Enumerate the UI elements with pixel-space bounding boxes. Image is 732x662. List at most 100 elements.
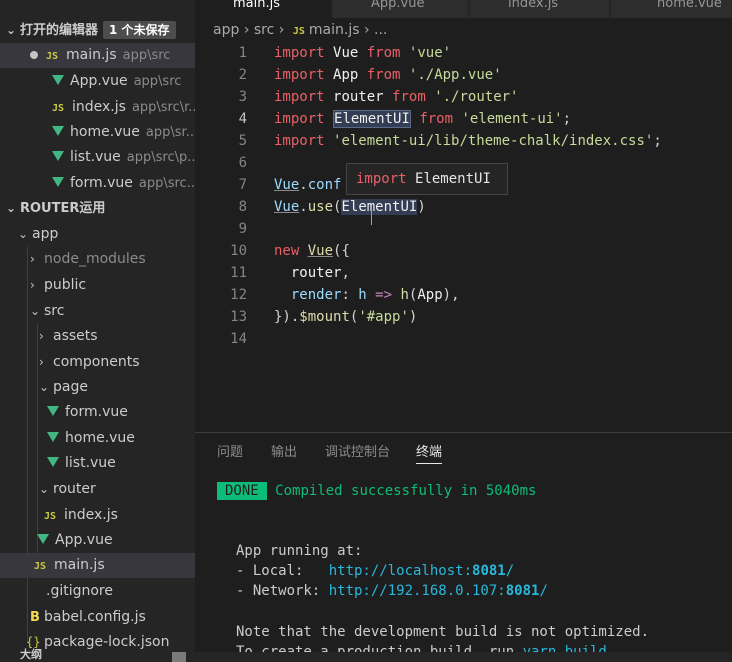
method-name: use <box>307 199 334 215</box>
line-number: 13 <box>230 309 247 325</box>
tree-file-main-js[interactable]: JS main.js <box>0 553 195 578</box>
breadcrumb-item[interactable]: src <box>254 22 274 38</box>
scroll-thumb[interactable] <box>172 652 186 662</box>
terminal-text: - Local: <box>236 563 329 579</box>
keyword: import <box>274 67 325 83</box>
tab-home-vue[interactable]: home.vue <box>611 0 732 18</box>
js-file-icon: JS <box>292 26 305 37</box>
tab-index-js[interactable]: index.js <box>470 0 610 18</box>
tab-main-js[interactable]: main.js <box>195 0 332 18</box>
tree-file-home-vue[interactable]: home.vue <box>0 426 195 451</box>
string-literal: 'vue' <box>408 45 452 61</box>
punctuation: ; <box>562 111 572 127</box>
open-editor-item-main-js[interactable]: JS main.js app\src <box>0 43 195 68</box>
code-line: import Vue from 'vue' <box>274 42 451 64</box>
breadcrumb: app › src › JS main.js › ... <box>213 22 387 42</box>
project-header[interactable]: ⌄ ROUTER运用 <box>0 196 195 221</box>
panel-tab-debug-console[interactable]: 调试控制台 <box>325 443 390 463</box>
line-number: 6 <box>238 155 247 171</box>
tree-item-label: babel.config.js <box>44 609 146 625</box>
tree-file-app-vue[interactable]: App.vue <box>0 528 195 553</box>
line-number: 2 <box>238 67 247 83</box>
text-cursor-icon <box>371 211 373 225</box>
tree-item-label: app <box>32 226 59 242</box>
tree-file-gitignore[interactable]: .gitignore <box>0 579 195 604</box>
unsaved-dot-icon[interactable] <box>30 50 38 59</box>
chevron-down-icon: ⌄ <box>39 380 50 394</box>
tree-file-index-js[interactable]: JS index.js <box>0 503 195 528</box>
tooltip-identifier: ElementUI <box>415 171 491 187</box>
js-file-icon: JS <box>46 51 59 62</box>
tab-label: main.js <box>233 0 280 11</box>
tree-folder-app[interactable]: ⌄ app <box>0 222 195 247</box>
open-editor-item-label: App.vue <box>70 73 128 89</box>
line-number: 7 <box>238 177 247 193</box>
terminal-text: - Network: <box>236 583 329 599</box>
identifier: Vue <box>307 243 334 259</box>
punctuation: ; <box>653 133 662 149</box>
punctuation: ), <box>442 287 460 303</box>
open-editor-item-list-vue[interactable]: list.vue app\src\p... <box>0 145 195 170</box>
js-file-icon: JS <box>44 511 57 522</box>
open-editor-item-path: app\src... <box>138 176 195 191</box>
tab-label: App.vue <box>371 0 425 11</box>
js-file-icon: JS <box>34 561 47 572</box>
panel-tab-terminal[interactable]: 终端 <box>416 443 443 464</box>
panel-tab-output[interactable]: 输出 <box>271 443 297 463</box>
breadcrumb-item[interactable]: ... <box>374 22 387 38</box>
tree-folder-node-modules[interactable]: › node_modules <box>0 247 195 272</box>
tree-folder-src[interactable]: ⌄ src <box>0 299 195 324</box>
code-line: import router from './router' <box>274 86 518 108</box>
identifier-highlighted[interactable]: ElementUI <box>341 199 418 215</box>
line-number: 8 <box>238 199 247 215</box>
open-editor-item-label: home.vue <box>70 124 140 140</box>
tree-folder-components[interactable]: › components <box>0 350 195 375</box>
tab-app-vue[interactable]: App.vue <box>333 0 469 18</box>
tree-item-label: package-lock.json <box>44 634 170 650</box>
tree-item-label: page <box>53 379 88 395</box>
terminal-text: / <box>505 563 515 579</box>
property: render <box>290 287 342 303</box>
tree-folder-assets[interactable]: › assets <box>0 324 195 349</box>
open-editors-header[interactable]: ⌄ 打开的编辑器 1 个未保存 <box>0 18 195 43</box>
panel-tab-problems[interactable]: 问题 <box>217 443 243 463</box>
breadcrumb-item[interactable]: app <box>213 22 239 38</box>
editor-tab-bar: main.js App.vue index.js home.vue <box>195 0 732 18</box>
code-line: import App from './App.vue' <box>274 64 502 86</box>
local-url-link[interactable]: http://localhost: <box>329 563 472 579</box>
network-url-link[interactable]: http://192.168.0.107: <box>329 583 506 599</box>
chevron-down-icon: ⌄ <box>30 304 41 318</box>
code-line: router, <box>274 262 350 284</box>
punctuation: ) <box>408 309 418 325</box>
tree-item-label: components <box>53 354 140 370</box>
open-editor-item-form-vue[interactable]: form.vue app\src... <box>0 171 195 196</box>
vue-file-icon <box>52 126 64 136</box>
chevron-right-icon: › <box>243 22 250 38</box>
tree-file-form-vue[interactable]: form.vue <box>0 400 195 425</box>
keyword: from <box>392 89 426 105</box>
code-line: import 'element-ui/lib/theme-chalk/index… <box>274 130 662 152</box>
open-editor-item-label: main.js <box>66 47 117 63</box>
code-line: Vue.use(ElementUI) <box>274 196 426 218</box>
open-editor-item-index-js[interactable]: JS index.js app\src\r... <box>0 95 195 120</box>
tree-folder-page[interactable]: ⌄ page <box>0 375 195 400</box>
string-literal: './router' <box>434 89 519 105</box>
tree-file-babel-config[interactable]: Bbabel.config.js <box>0 605 195 630</box>
breadcrumb-item[interactable]: main.js <box>309 22 360 38</box>
chevron-down-icon: ⌄ <box>39 482 50 496</box>
chevron-right-icon: › <box>30 278 35 292</box>
identifier-highlighted[interactable]: ElementUI <box>333 110 411 128</box>
tree-file-list-vue[interactable]: list.vue <box>0 451 195 476</box>
open-editor-item-app-vue[interactable]: App.vue app\src <box>0 69 195 94</box>
outline-title[interactable]: 大纲 <box>20 646 42 662</box>
tree-item-label: main.js <box>54 557 105 573</box>
tooltip-keyword: import <box>356 171 407 187</box>
tree-folder-router[interactable]: ⌄ router <box>0 477 195 502</box>
outline-strip: 大纲 <box>0 648 732 662</box>
code-editor[interactable]: 1 2 3 4 5 6 7 8 9 10 11 12 13 14 import … <box>195 42 732 432</box>
punctuation: . <box>299 199 308 215</box>
tree-folder-public[interactable]: › public <box>0 273 195 298</box>
tree-item-label: node_modules <box>44 251 146 267</box>
line-number: 12 <box>230 287 247 303</box>
open-editor-item-home-vue[interactable]: home.vue app\sr... <box>0 120 195 145</box>
